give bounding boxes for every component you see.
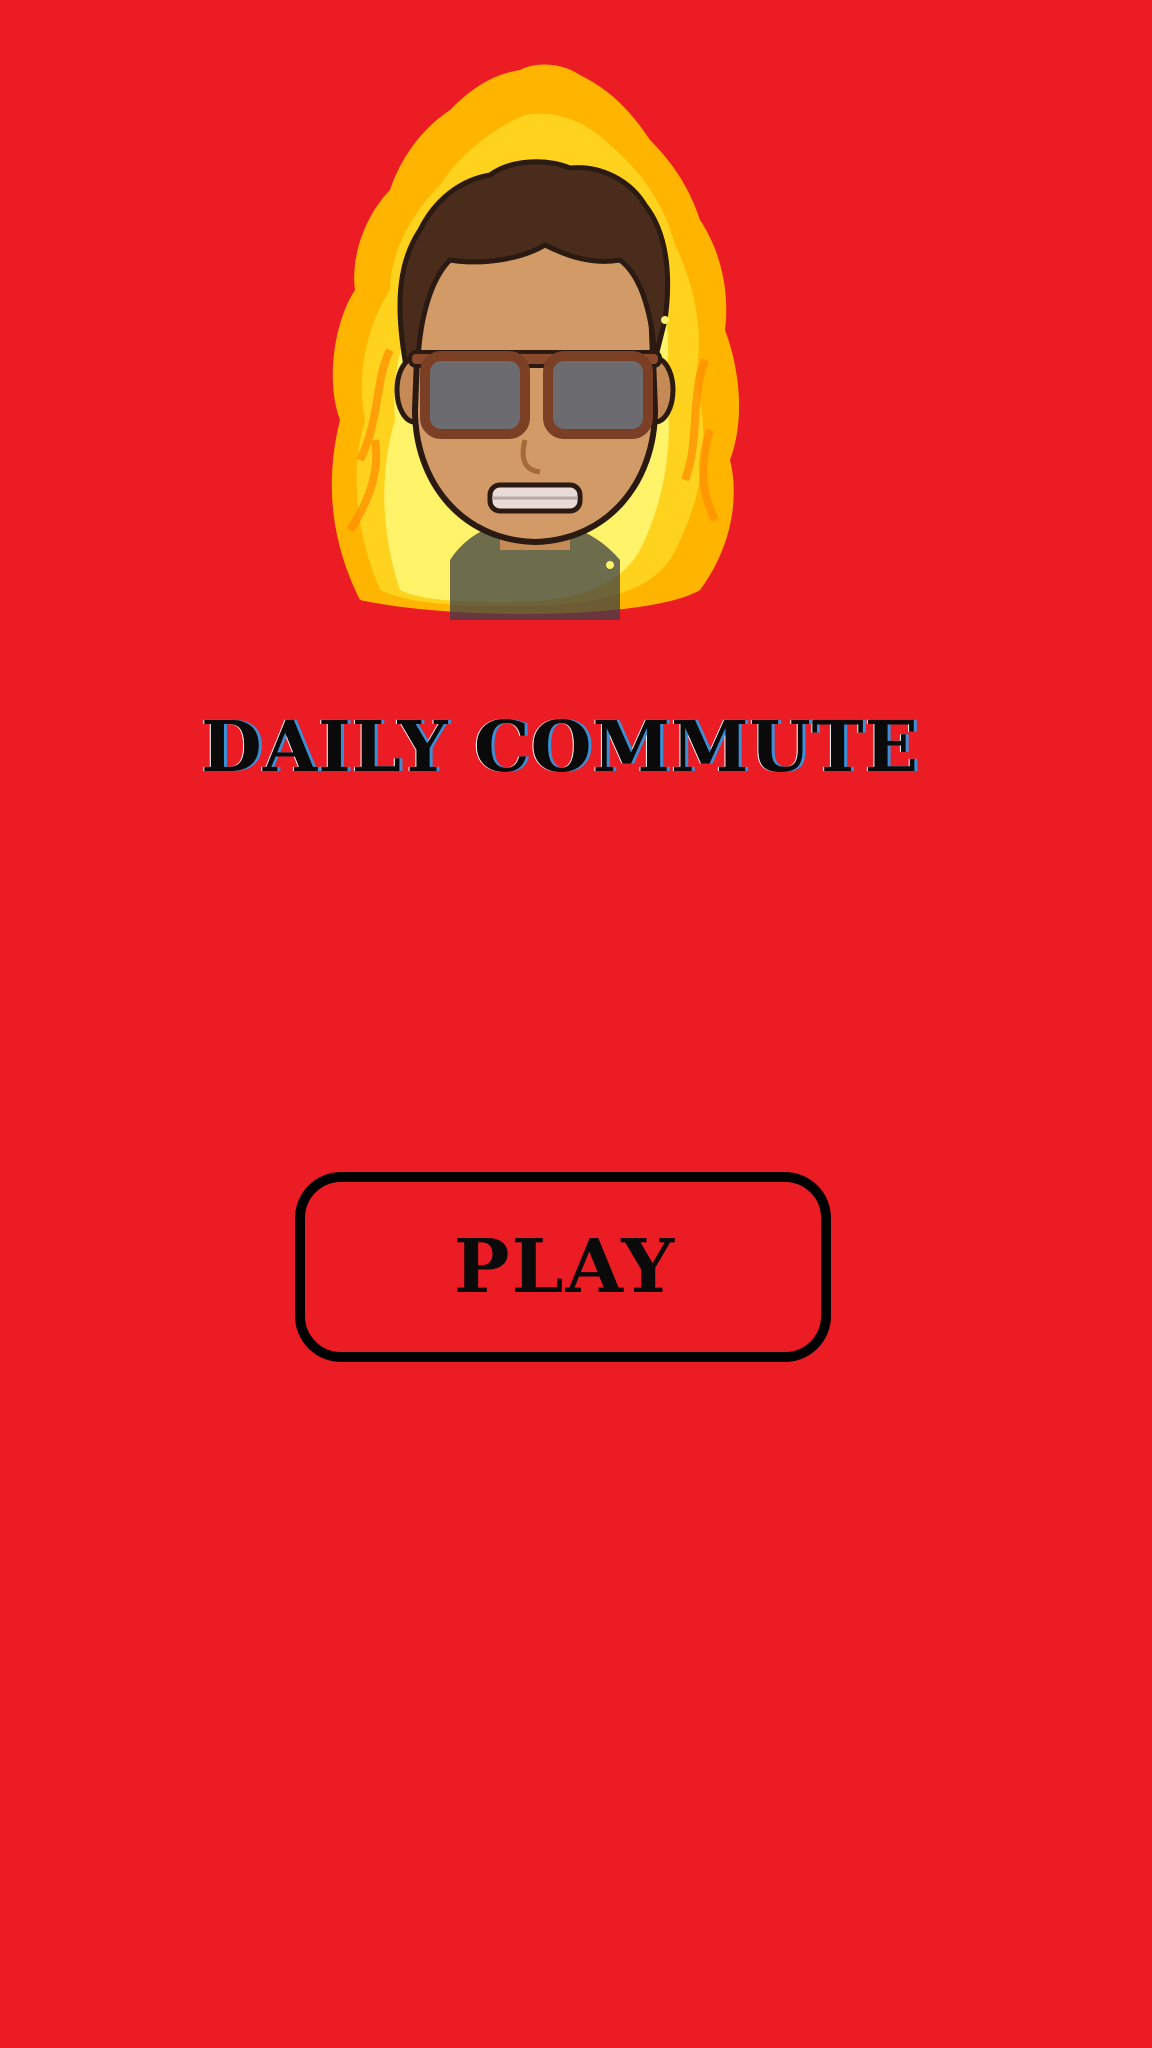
- game-title: DAILY COMMUTE: [201, 705, 919, 788]
- flaming-avatar-icon: [331, 64, 740, 620]
- play-button-label: PLAY: [453, 1224, 677, 1310]
- play-button[interactable]: PLAY: [295, 1172, 831, 1362]
- title-screen: DAILY COMMUTE PLAY: [0, 0, 1152, 2048]
- left-lens: [420, 351, 530, 439]
- right-lens: [543, 351, 653, 439]
